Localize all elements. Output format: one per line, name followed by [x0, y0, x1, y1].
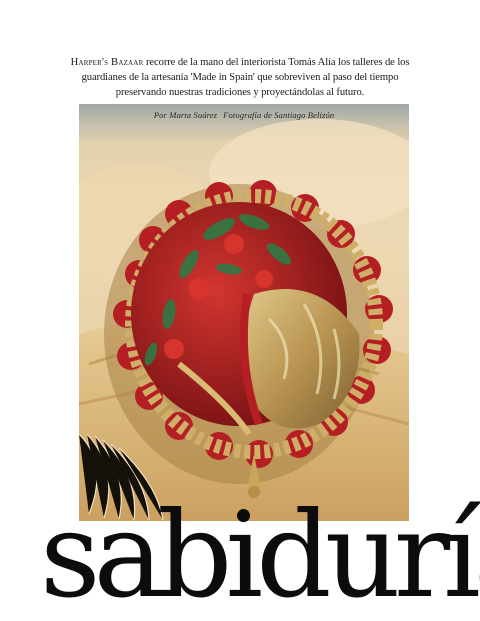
author-credit: Por Marta Suárez: [153, 110, 218, 120]
article-intro: Harper's Bazaar recorre de la mano del i…: [70, 55, 410, 100]
photo-credits: Por Marta Suárez Fotografía de Santiago B…: [79, 110, 409, 120]
article-headline: sabiduría: [40, 490, 480, 621]
embroidered-cap-illustration: [79, 119, 409, 521]
hero-photo: Por Marta Suárez Fotografía de Santiago B…: [79, 104, 409, 521]
photographer-credit: Fotografía de Santiago Belizón: [223, 110, 335, 120]
magazine-brand: Harper's Bazaar: [70, 57, 144, 68]
